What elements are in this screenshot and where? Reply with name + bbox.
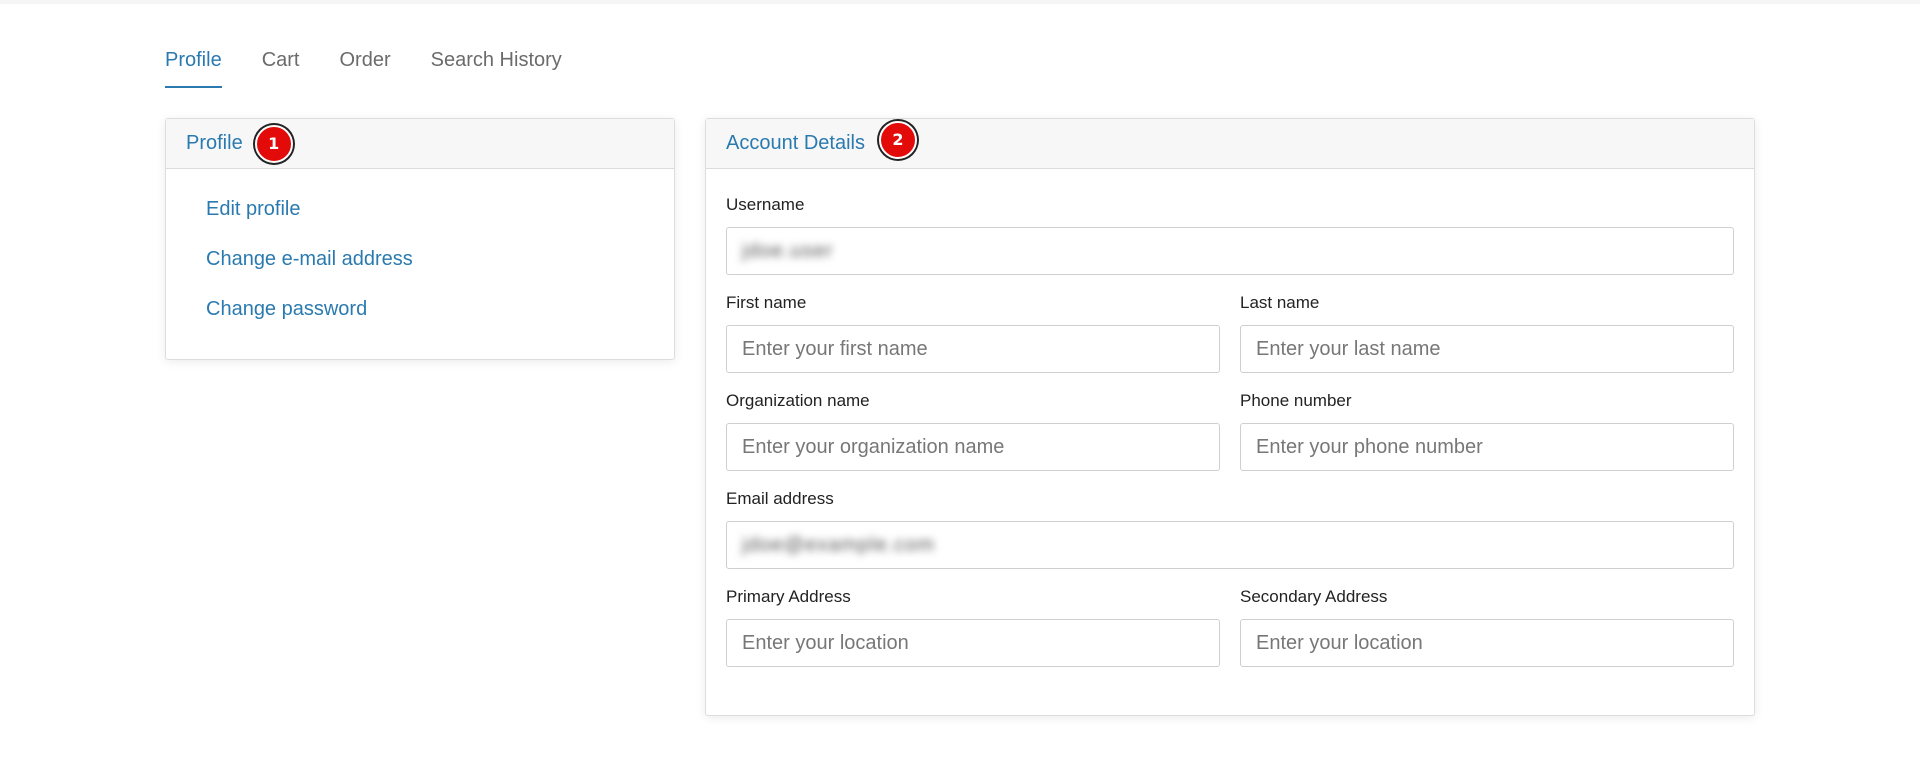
profile-panel: Profile 1 Edit profile Change e-mail add… <box>165 118 675 360</box>
phone-label: Phone number <box>1240 391 1352 410</box>
secondary-address-label: Secondary Address <box>1240 587 1388 606</box>
organization-label: Organization name <box>726 391 870 410</box>
tab-order[interactable]: Order <box>340 40 391 88</box>
email-label: Email address <box>726 489 834 508</box>
top-bar <box>0 0 1920 4</box>
primary-address-input[interactable] <box>726 619 1220 667</box>
tab-cart[interactable]: Cart <box>262 40 300 88</box>
first-name-input[interactable] <box>726 325 1220 373</box>
first-name-label: First name <box>726 293 807 312</box>
account-details-panel: Account Details 2 Username jdoe.user Fir… <box>705 118 1755 716</box>
primary-address-label: Primary Address <box>726 587 851 606</box>
email-field[interactable]: jdoe@example.com <box>726 521 1734 569</box>
email-value: jdoe@example.com <box>742 533 936 556</box>
secondary-address-input[interactable] <box>1240 619 1734 667</box>
phone-input[interactable] <box>1240 423 1734 471</box>
annotation-badge-2: 2 <box>878 120 917 159</box>
username-value: jdoe.user <box>742 239 834 262</box>
tab-search-history[interactable]: Search History <box>431 40 562 88</box>
change-email-link[interactable]: Change e-mail address <box>206 247 674 297</box>
username-label: Username <box>726 195 805 214</box>
edit-profile-link[interactable]: Edit profile <box>206 197 674 247</box>
account-form: Username jdoe.user First name Last name … <box>706 169 1754 667</box>
profile-menu: Edit profile Change e-mail address Chang… <box>166 169 674 347</box>
account-panel-title: Account Details <box>726 132 865 154</box>
last-name-label: Last name <box>1240 293 1320 312</box>
tab-profile[interactable]: Profile <box>165 40 222 88</box>
profile-panel-title: Profile <box>186 132 243 154</box>
last-name-input[interactable] <box>1240 325 1734 373</box>
change-password-link[interactable]: Change password <box>206 297 674 347</box>
profile-panel-heading: Profile 1 <box>166 119 674 169</box>
account-panel-heading: Account Details 2 <box>706 119 1754 169</box>
annotation-badge-1: 1 <box>254 124 293 163</box>
profile-tabs: Profile Cart Order Search History <box>165 40 602 88</box>
organization-input[interactable] <box>726 423 1220 471</box>
username-field[interactable]: jdoe.user <box>726 227 1734 275</box>
